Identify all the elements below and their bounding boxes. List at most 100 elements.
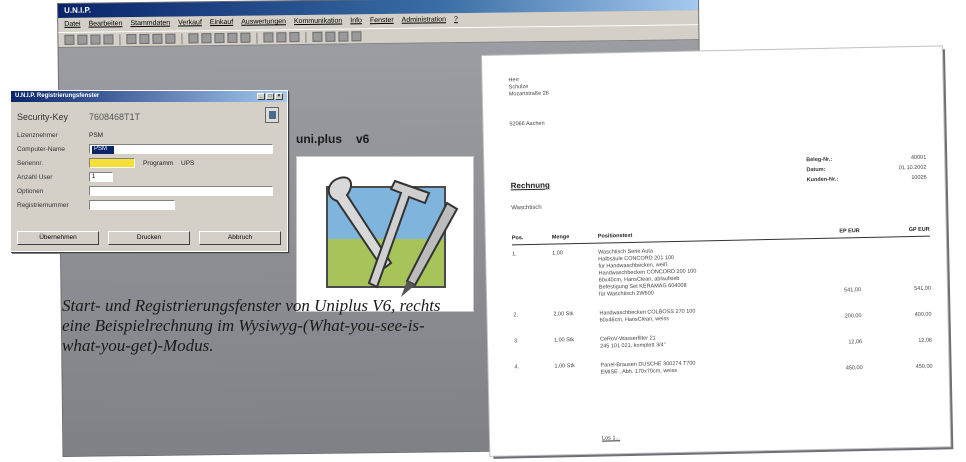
optionen-row: Optionen: [17, 185, 273, 197]
dialog-titlebar[interactable]: U.N.I.P. Registrierungsfenster _ □ ×: [11, 91, 287, 102]
toolbar-icon[interactable]: [289, 32, 300, 43]
kunden-nr-label: Kunden-Nr.:: [806, 176, 839, 184]
col-ep: EP EUR: [839, 228, 860, 235]
registriernummer-field[interactable]: [89, 200, 175, 210]
item-menge: 1,00 Stk: [554, 363, 575, 370]
dialog-title: U.N.I.P. Registrierungsfenster: [15, 93, 100, 99]
anzahl-user-row: Anzahl User 1: [17, 171, 113, 183]
dialog-buttons: Übernehmen Drucken Abbruch: [17, 231, 281, 245]
toolbar-icon[interactable]: [126, 34, 137, 45]
toolbar-separator: [256, 32, 258, 44]
item-menge: 1,00 Stk: [553, 337, 575, 344]
anzahl-user-label: Anzahl User: [17, 173, 53, 181]
item-gp: 450,00: [915, 363, 933, 370]
computer-name-value: PSM: [92, 146, 114, 154]
toolbar-icon[interactable]: [325, 31, 336, 42]
col-pos: Pos.: [511, 235, 524, 242]
table-row: 4. 1,00 Stk Panel-Brausen DUSCHE 300274 …: [514, 356, 932, 379]
uniplus-logo: [296, 156, 474, 312]
menu-info[interactable]: Info: [350, 17, 362, 25]
brand-name: uni.plus: [296, 132, 342, 146]
invoice-page: Herr Schulze Mozartstraße 26 52066 Aache…: [482, 46, 951, 456]
invoice-table: Pos. Menge Positionstext EP EUR GP EUR 1…: [511, 226, 933, 379]
menu-bearbeiten[interactable]: Bearbeiten: [89, 20, 123, 28]
item-pos: 4.: [514, 364, 520, 371]
menu-administration[interactable]: Administration: [402, 16, 446, 25]
toolbar-icon[interactable]: [201, 33, 212, 44]
lizenznehmer-row: Lizenznehmer PSM: [17, 129, 103, 141]
toolbar-icon[interactable]: [338, 31, 349, 42]
toolbar-icon[interactable]: [276, 32, 287, 43]
maximize-icon[interactable]: □: [266, 93, 274, 100]
minimize-icon[interactable]: _: [257, 93, 265, 100]
security-key-value: 7608468T1T: [89, 112, 141, 122]
item-ep: 12,06: [848, 339, 863, 346]
menu-verkauf[interactable]: Verkauf: [178, 19, 202, 27]
toolbar-icon[interactable]: [90, 34, 101, 45]
close-icon[interactable]: ×: [275, 93, 283, 100]
item-ep: 200,00: [844, 313, 862, 320]
registriernummer-label: Registriernummer: [17, 201, 69, 209]
figure-caption: Start- und Registrierungsfenster von Uni…: [62, 296, 441, 355]
optionen-field[interactable]: [89, 186, 273, 196]
menu-help[interactable]: ?: [454, 16, 458, 24]
menu-kommunikation[interactable]: Kommunikation: [294, 18, 342, 27]
registriernummer-row: Registriernummer: [17, 199, 175, 211]
window-controls: _ □ ×: [257, 93, 283, 100]
item-menge: 2,00 Stk: [553, 311, 574, 318]
seriennr-row: Seriennr. Programm UPS: [17, 157, 194, 169]
item-description: Waschtisch Serie Auta Halbsäule CONCORD …: [598, 246, 795, 299]
toolbar-icon[interactable]: [77, 34, 88, 45]
toolbar-icon[interactable]: [64, 34, 75, 45]
seriennr-field[interactable]: [89, 158, 135, 168]
col-gp: GP EUR: [908, 226, 930, 234]
item-menge: 1,00: [552, 250, 563, 257]
table-row: 2. 2,00 Stk Handwaschbecken COLBOSS 270 …: [513, 304, 931, 327]
uebernehmen-button[interactable]: Übernehmen: [17, 231, 99, 245]
item-ep: 450,00: [845, 365, 863, 372]
table-header: Pos. Menge Positionstext EP EUR GP EUR: [511, 226, 930, 246]
toolbar-icon[interactable]: [227, 32, 238, 43]
computer-name-label: Computer-Name: [17, 145, 66, 153]
anzahl-user-field[interactable]: 1: [89, 172, 113, 182]
address-line: Mozartstraße 26: [508, 90, 549, 98]
item-gp: 541,00: [914, 285, 932, 293]
item-description: Panel-Brausen DUSCHE 300274 T700 EMISE ,…: [600, 358, 796, 376]
lizenznehmer-label: Lizenznehmer: [17, 131, 58, 139]
col-menge: Menge: [551, 234, 570, 241]
item-description: Handwaschbecken COLBOSS 270 100 60x46cm,…: [599, 306, 795, 324]
toolbar-icon[interactable]: [165, 33, 176, 44]
programm-value: UPS: [181, 159, 195, 167]
toolbar-icon[interactable]: [263, 32, 274, 43]
computer-name-row: Computer-Name PSM: [17, 143, 273, 155]
toolbar-separator: [119, 33, 121, 45]
toolbar-icon[interactable]: [351, 31, 362, 42]
item-gp: 12,06: [918, 337, 933, 344]
menu-datei[interactable]: Datei: [64, 21, 80, 29]
security-key-label: Security-Key: [17, 112, 69, 122]
recipient-address: Herr Schulze Mozartstraße 26: [508, 77, 548, 99]
toolbar-icon[interactable]: [214, 32, 225, 44]
item-ep: 541,00: [844, 287, 862, 294]
computer-name-field[interactable]: PSM: [89, 144, 273, 154]
invoice-meta: Beleg-Nr.: 40001 Datum: 01.10.2002 Kunde…: [806, 155, 927, 188]
toolbar-icon[interactable]: [152, 33, 163, 44]
recipient-city: 52066 Aachen: [509, 120, 545, 128]
menu-fenster[interactable]: Fenster: [370, 17, 394, 25]
toolbar-icon[interactable]: [103, 34, 114, 45]
toolbar-icon[interactable]: [139, 33, 150, 45]
invoice-footer: Los 1...: [601, 435, 621, 442]
toolbar-icon[interactable]: [188, 33, 199, 44]
menu-stammdaten[interactable]: Stammdaten: [130, 20, 170, 28]
toolbar-icon[interactable]: [240, 32, 251, 43]
kunden-nr-value: 10026: [911, 174, 927, 182]
drucken-button[interactable]: Drucken: [108, 231, 190, 245]
toolbar-icon[interactable]: [312, 31, 323, 42]
menu-auswertungen[interactable]: Auswertungen: [241, 18, 286, 27]
menu-einkauf[interactable]: Einkauf: [210, 19, 233, 27]
tools-logo-icon: [326, 176, 459, 297]
abbruch-button[interactable]: Abbruch: [199, 231, 281, 245]
table-row: 3. 1,00 Stk CeRoV-Wasserfilter 21 245 10…: [514, 330, 932, 353]
item-pos: 1.: [512, 251, 517, 258]
item-gp: 400,00: [914, 311, 932, 318]
